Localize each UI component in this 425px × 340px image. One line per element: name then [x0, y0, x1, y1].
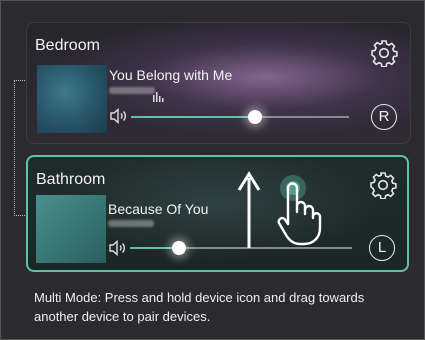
equalizer-icon	[153, 89, 165, 107]
song-title: You Belong with Me	[109, 67, 233, 83]
artist-name-blurred	[109, 87, 155, 94]
song-title: Because Of You	[108, 201, 209, 217]
multi-mode-instruction: Multi Mode: Press and hold device icon a…	[34, 290, 365, 324]
channel-badge[interactable]: L	[369, 235, 395, 261]
drag-up-arrow-icon	[237, 171, 261, 248]
room-name: Bathroom	[36, 171, 106, 188]
room-name: Bedroom	[35, 37, 100, 54]
gear-icon[interactable]	[370, 39, 398, 72]
gear-icon[interactable]	[369, 171, 397, 204]
album-art[interactable]	[36, 195, 106, 263]
device-card-bathroom[interactable]: Bathroom Because Of You L	[26, 155, 409, 272]
pairing-bracket	[14, 80, 25, 216]
speaker-icon[interactable]	[108, 239, 128, 261]
volume-fill	[131, 116, 255, 118]
speaker-icon[interactable]	[109, 107, 129, 129]
device-card-bedroom[interactable]: Bedroom You Belong with Me R	[26, 22, 411, 144]
artist-name-blurred	[108, 220, 154, 227]
album-art[interactable]	[37, 65, 107, 133]
channel-badge[interactable]: R	[371, 104, 397, 130]
volume-knob[interactable]	[248, 110, 262, 124]
drag-gesture-hint	[224, 166, 334, 261]
volume-knob[interactable]	[172, 241, 186, 255]
volume-slider[interactable]	[131, 110, 349, 124]
